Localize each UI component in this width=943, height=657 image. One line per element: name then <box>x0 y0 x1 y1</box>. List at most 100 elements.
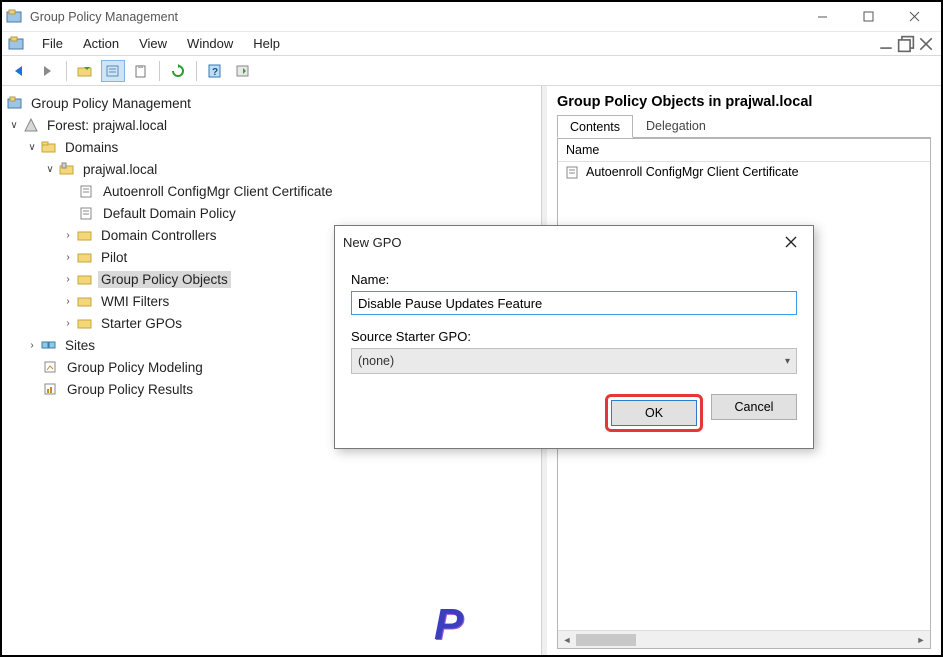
tree-gpo-item[interactable]: Default Domain Policy <box>6 202 537 224</box>
properties-button[interactable] <box>101 60 125 82</box>
expand-toggle[interactable]: › <box>60 230 76 241</box>
ou-icon <box>76 227 94 243</box>
tree-label: prajwal.local <box>80 161 160 178</box>
clipboard-button[interactable] <box>129 60 153 82</box>
ok-button[interactable]: OK <box>611 400 697 426</box>
expand-toggle[interactable]: › <box>60 252 76 263</box>
tree-forest[interactable]: ∨ Forest: prajwal.local <box>6 114 537 136</box>
cancel-button[interactable]: Cancel <box>711 394 797 420</box>
gpmc-icon <box>6 95 24 111</box>
menu-window[interactable]: Window <box>177 34 243 53</box>
expand-toggle[interactable]: ∨ <box>42 164 58 175</box>
dialog-close-button[interactable] <box>777 231 805 253</box>
tree-label: Group Policy Modeling <box>64 359 206 376</box>
ok-highlight: OK <box>605 394 703 432</box>
tree-label: Forest: prajwal.local <box>44 117 170 134</box>
svg-text:?: ? <box>212 67 218 78</box>
dialog-buttons: OK Cancel <box>351 394 797 432</box>
title-bar: Group Policy Management <box>2 2 941 32</box>
tree-label: WMI Filters <box>98 293 172 310</box>
mdi-controls <box>877 36 941 52</box>
tree-label: Group Policy Results <box>64 381 196 398</box>
tree-gpo-item[interactable]: Autoenroll ConfigMgr Client Certificate <box>6 180 537 202</box>
folder-icon <box>76 271 94 287</box>
menu-action[interactable]: Action <box>73 34 129 53</box>
expand-toggle[interactable]: › <box>60 274 76 285</box>
expand-toggle[interactable]: › <box>60 296 76 307</box>
scroll-thumb[interactable] <box>576 634 636 646</box>
modeling-icon <box>42 359 60 375</box>
tree-label: Group Policy Objects <box>98 271 231 288</box>
refresh-button[interactable] <box>166 60 190 82</box>
tab-strip: Contents Delegation <box>557 114 931 138</box>
name-input[interactable] <box>351 291 797 315</box>
list-item[interactable]: Autoenroll ConfigMgr Client Certificate <box>558 162 930 182</box>
menu-file[interactable]: File <box>32 34 73 53</box>
new-gpo-dialog: New GPO Name: Source Starter GPO: (none)… <box>334 225 814 449</box>
expand-toggle[interactable]: › <box>24 340 40 351</box>
tree-label: Domains <box>62 139 121 156</box>
results-icon <box>42 381 60 397</box>
gpo-icon <box>564 164 582 180</box>
toolbar: ? <box>2 56 941 86</box>
scroll-track[interactable] <box>576 633 912 647</box>
folder-up-button[interactable] <box>73 60 97 82</box>
dialog-body: Name: Source Starter GPO: (none) ▾ OK Ca… <box>335 258 813 448</box>
column-header-name[interactable]: Name <box>558 139 930 162</box>
folder-icon <box>40 139 58 155</box>
dialog-titlebar[interactable]: New GPO <box>335 226 813 258</box>
dialog-title: New GPO <box>343 235 777 250</box>
window-controls <box>799 2 937 31</box>
tree-label: Starter GPOs <box>98 315 185 332</box>
name-label: Name: <box>351 272 797 287</box>
tab-delegation[interactable]: Delegation <box>633 114 719 137</box>
gpo-link-icon <box>78 183 96 199</box>
folder-icon <box>76 293 94 309</box>
separator <box>159 61 160 81</box>
window-title: Group Policy Management <box>30 10 799 24</box>
export-button[interactable] <box>231 60 255 82</box>
tree-label: Sites <box>62 337 98 354</box>
tree-domains[interactable]: ∨ Domains <box>6 136 537 158</box>
minimize-button[interactable] <box>799 2 845 31</box>
expand-toggle[interactable]: ∨ <box>24 142 40 153</box>
separator <box>196 61 197 81</box>
expand-toggle[interactable]: ∨ <box>6 120 22 131</box>
forest-icon <box>22 117 40 133</box>
tree-label: Group Policy Management <box>28 95 194 112</box>
horizontal-scrollbar[interactable]: ◄ ► <box>558 630 930 648</box>
nav-forward-button[interactable] <box>36 60 60 82</box>
starter-gpo-dropdown[interactable]: (none) ▾ <box>351 348 797 374</box>
scroll-left-button[interactable]: ◄ <box>558 632 576 648</box>
sites-icon <box>40 337 58 353</box>
tree-root[interactable]: Group Policy Management <box>6 92 537 114</box>
menu-view[interactable]: View <box>129 34 177 53</box>
tree-label: Default Domain Policy <box>100 205 239 222</box>
tree-label: Autoenroll ConfigMgr Client Certificate <box>100 183 336 200</box>
close-button[interactable] <box>891 2 937 31</box>
mdi-close-button[interactable] <box>917 36 935 52</box>
chevron-down-icon: ▾ <box>785 356 790 367</box>
app-icon <box>6 9 24 25</box>
mdi-minimize-button[interactable] <box>877 36 895 52</box>
expand-toggle[interactable]: › <box>60 318 76 329</box>
folder-icon <box>76 315 94 331</box>
separator <box>66 61 67 81</box>
tree-label: Domain Controllers <box>98 227 220 244</box>
menu-bar-row: File Action View Window Help <box>2 32 941 56</box>
starter-label: Source Starter GPO: <box>351 329 797 344</box>
domain-icon <box>58 161 76 177</box>
mdi-restore-button[interactable] <box>897 36 915 52</box>
tree-domain[interactable]: ∨ prajwal.local <box>6 158 537 180</box>
scroll-right-button[interactable]: ► <box>912 632 930 648</box>
mmc-icon <box>8 36 26 52</box>
gpo-link-icon <box>78 205 96 221</box>
list-item-label: Autoenroll ConfigMgr Client Certificate <box>586 165 799 179</box>
nav-back-button[interactable] <box>8 60 32 82</box>
tab-contents[interactable]: Contents <box>557 115 633 138</box>
maximize-button[interactable] <box>845 2 891 31</box>
details-title: Group Policy Objects in prajwal.local <box>557 94 931 110</box>
help-button[interactable]: ? <box>203 60 227 82</box>
menu-bar: File Action View Window Help <box>2 34 877 53</box>
menu-help[interactable]: Help <box>243 34 290 53</box>
